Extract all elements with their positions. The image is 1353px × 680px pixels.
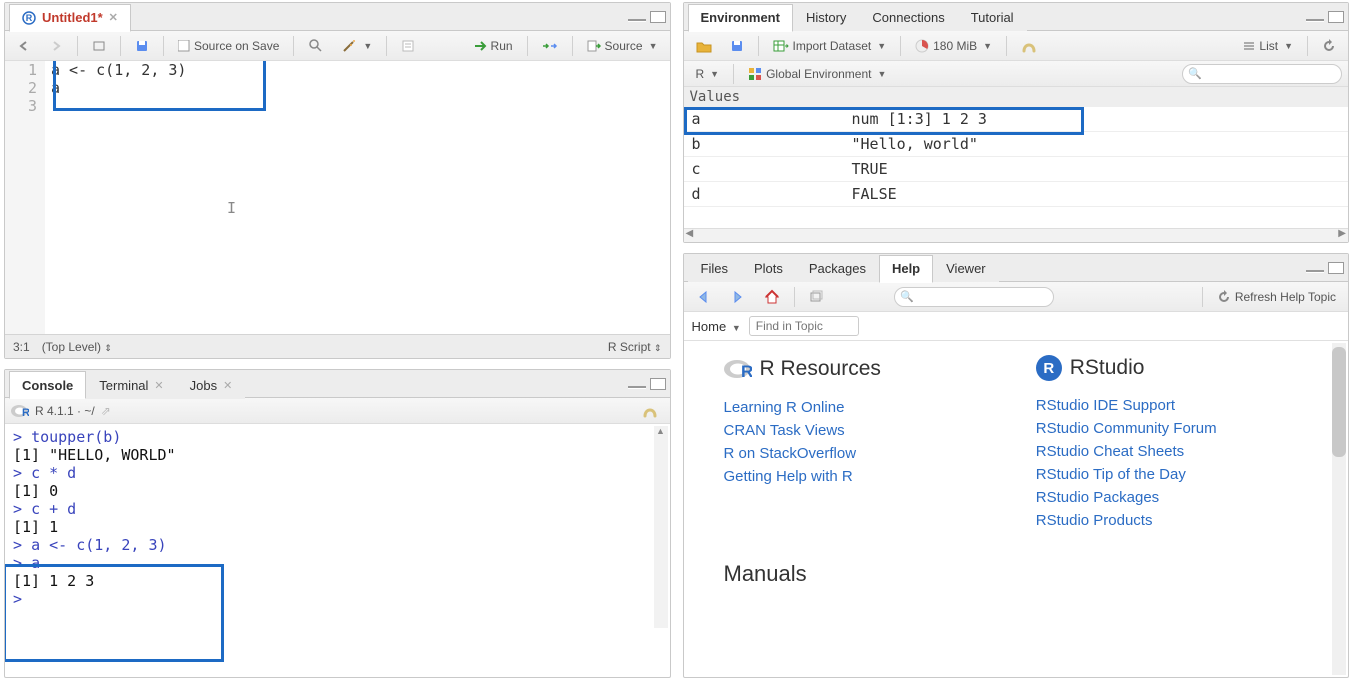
run-button[interactable]: Run bbox=[467, 37, 519, 55]
help-home-icon[interactable] bbox=[758, 287, 786, 307]
tab-packages[interactable]: Packages bbox=[796, 254, 879, 282]
tab-plots[interactable]: Plots bbox=[741, 254, 796, 282]
help-tabbar: FilesPlotsPackagesHelpViewer bbox=[684, 254, 1349, 282]
console-output[interactable]: > toupper(b)[1] "HELLO, WORLD"> c * d[1]… bbox=[5, 424, 670, 677]
tab-tutorial[interactable]: Tutorial bbox=[958, 3, 1027, 31]
help-breadcrumb: Home ▼ bbox=[684, 312, 1349, 341]
clear-env-icon[interactable] bbox=[1015, 36, 1043, 56]
console-header: R R 4.1.1 · ~/ ⇗ bbox=[5, 398, 670, 424]
rstudio-heading: R RStudio bbox=[1036, 355, 1308, 381]
env-section-label: Values bbox=[684, 87, 1349, 107]
source-tabbar: R Untitled1* ✕ bbox=[5, 3, 670, 31]
find-in-topic-input[interactable] bbox=[749, 316, 859, 336]
save-workspace-icon[interactable] bbox=[724, 37, 750, 55]
console-version: R 4.1.1 · ~/ bbox=[35, 404, 95, 418]
forward-icon[interactable] bbox=[43, 37, 69, 55]
source-statusbar: 3:1 (Top Level) ⇕ R Script ⇕ bbox=[5, 334, 670, 358]
manuals-heading: Manuals bbox=[724, 561, 1309, 587]
memory-usage[interactable]: 180 MiB▼ bbox=[909, 37, 998, 55]
env-tabbar: EnvironmentHistoryConnectionsTutorial bbox=[684, 3, 1349, 31]
refresh-help-button[interactable]: Refresh Help Topic bbox=[1211, 288, 1342, 306]
svg-text:R: R bbox=[741, 362, 752, 381]
env-row[interactable]: b"Hello, world" bbox=[684, 132, 1349, 157]
rerun-icon[interactable] bbox=[536, 37, 564, 55]
import-dataset-button[interactable]: Import Dataset▼ bbox=[767, 37, 893, 55]
help-link[interactable]: Getting Help with R bbox=[724, 468, 996, 485]
tab-environment[interactable]: Environment bbox=[688, 4, 793, 32]
r-resources-heading: R R Resources bbox=[724, 355, 996, 383]
console-tabbar: ConsoleTerminal ✕Jobs ✕ bbox=[5, 370, 670, 398]
env-search-input[interactable] bbox=[1182, 64, 1342, 84]
tab-jobs[interactable]: Jobs ✕ bbox=[177, 371, 246, 399]
clear-console-icon[interactable] bbox=[636, 401, 664, 421]
help-link[interactable]: CRAN Task Views bbox=[724, 422, 996, 439]
close-icon[interactable]: ✕ bbox=[109, 11, 118, 24]
help-link[interactable]: RStudio Packages bbox=[1036, 489, 1308, 506]
wd-arrow-icon[interactable]: ⇗ bbox=[101, 404, 111, 418]
help-link[interactable]: RStudio Products bbox=[1036, 512, 1308, 529]
pane-window-controls[interactable] bbox=[628, 378, 666, 390]
source-button[interactable]: Source▼ bbox=[581, 37, 664, 55]
environment-scope[interactable]: Global Environment▼ bbox=[742, 65, 892, 83]
help-popout-icon[interactable] bbox=[803, 288, 829, 306]
help-search-input[interactable] bbox=[894, 287, 1054, 307]
help-link[interactable]: Learning R Online bbox=[724, 399, 996, 416]
env-h-scroll[interactable] bbox=[684, 228, 1349, 242]
help-back-icon[interactable] bbox=[690, 288, 718, 306]
scope-selector[interactable]: (Top Level) ⇕ bbox=[42, 340, 112, 354]
tab-console[interactable]: Console bbox=[9, 371, 86, 399]
pane-window-controls[interactable] bbox=[1306, 262, 1344, 274]
env-values: Values anum [1:3] 1 2 3b"Hello, world"cT… bbox=[684, 87, 1349, 228]
language-selector[interactable]: R Script ⇕ bbox=[608, 340, 662, 354]
notebook-icon[interactable] bbox=[395, 37, 421, 55]
source-editor[interactable]: 123 a <- c(1, 2, 3)a I bbox=[5, 61, 670, 334]
env-toolbar: Import Dataset▼ 180 MiB▼ List▼ bbox=[684, 31, 1349, 61]
help-home-link[interactable]: Home ▼ bbox=[692, 319, 741, 334]
source-tab-title: Untitled1* bbox=[42, 10, 103, 25]
r-file-icon: R bbox=[22, 11, 36, 25]
find-icon[interactable] bbox=[302, 36, 329, 55]
svg-text:R: R bbox=[26, 13, 33, 23]
help-link[interactable]: RStudio Community Forum bbox=[1036, 420, 1308, 437]
load-workspace-icon[interactable] bbox=[690, 37, 718, 55]
cursor-position: 3:1 bbox=[13, 340, 30, 354]
tab-history[interactable]: History bbox=[793, 3, 859, 31]
back-icon[interactable] bbox=[11, 37, 37, 55]
tab-terminal[interactable]: Terminal ✕ bbox=[86, 371, 176, 399]
pane-window-controls[interactable] bbox=[628, 11, 666, 23]
help-link[interactable]: RStudio Cheat Sheets bbox=[1036, 443, 1308, 460]
view-mode-button[interactable]: List▼ bbox=[1237, 37, 1299, 55]
tab-viewer[interactable]: Viewer bbox=[933, 254, 999, 282]
source-on-save-checkbox[interactable]: Source on Save bbox=[172, 37, 285, 55]
refresh-env-icon[interactable] bbox=[1316, 37, 1342, 55]
r-logo-icon: R bbox=[724, 355, 752, 383]
env-row[interactable]: dFALSE bbox=[684, 182, 1349, 207]
save-icon[interactable] bbox=[129, 37, 155, 55]
source-toolbar: Source on Save ▼ Run Source▼ bbox=[5, 31, 670, 61]
source-tab[interactable]: R Untitled1* ✕ bbox=[9, 4, 131, 32]
tab-connections[interactable]: Connections bbox=[859, 3, 957, 31]
help-forward-icon[interactable] bbox=[724, 288, 752, 306]
rstudio-icon: R bbox=[1036, 355, 1062, 381]
help-toolbar: Refresh Help Topic bbox=[684, 282, 1349, 312]
language-scope[interactable]: R▼ bbox=[690, 65, 726, 83]
wand-icon[interactable]: ▼ bbox=[335, 36, 378, 56]
svg-text:R: R bbox=[22, 407, 29, 419]
help-link[interactable]: R on StackOverflow bbox=[724, 445, 996, 462]
show-in-new-window-icon[interactable] bbox=[86, 37, 112, 55]
help-link[interactable]: RStudio Tip of the Day bbox=[1036, 466, 1308, 483]
env-scope-bar: R▼ Global Environment▼ bbox=[684, 61, 1349, 87]
r-logo-icon: R bbox=[11, 402, 29, 420]
help-link[interactable]: RStudio IDE Support bbox=[1036, 397, 1308, 414]
help-content[interactable]: R R Resources Learning R Online CRAN Task… bbox=[684, 341, 1349, 677]
env-row[interactable]: cTRUE bbox=[684, 157, 1349, 182]
pane-window-controls[interactable] bbox=[1306, 11, 1344, 23]
tab-files[interactable]: Files bbox=[688, 254, 741, 282]
env-row[interactable]: anum [1:3] 1 2 3 bbox=[684, 107, 1349, 132]
tab-help[interactable]: Help bbox=[879, 255, 933, 283]
